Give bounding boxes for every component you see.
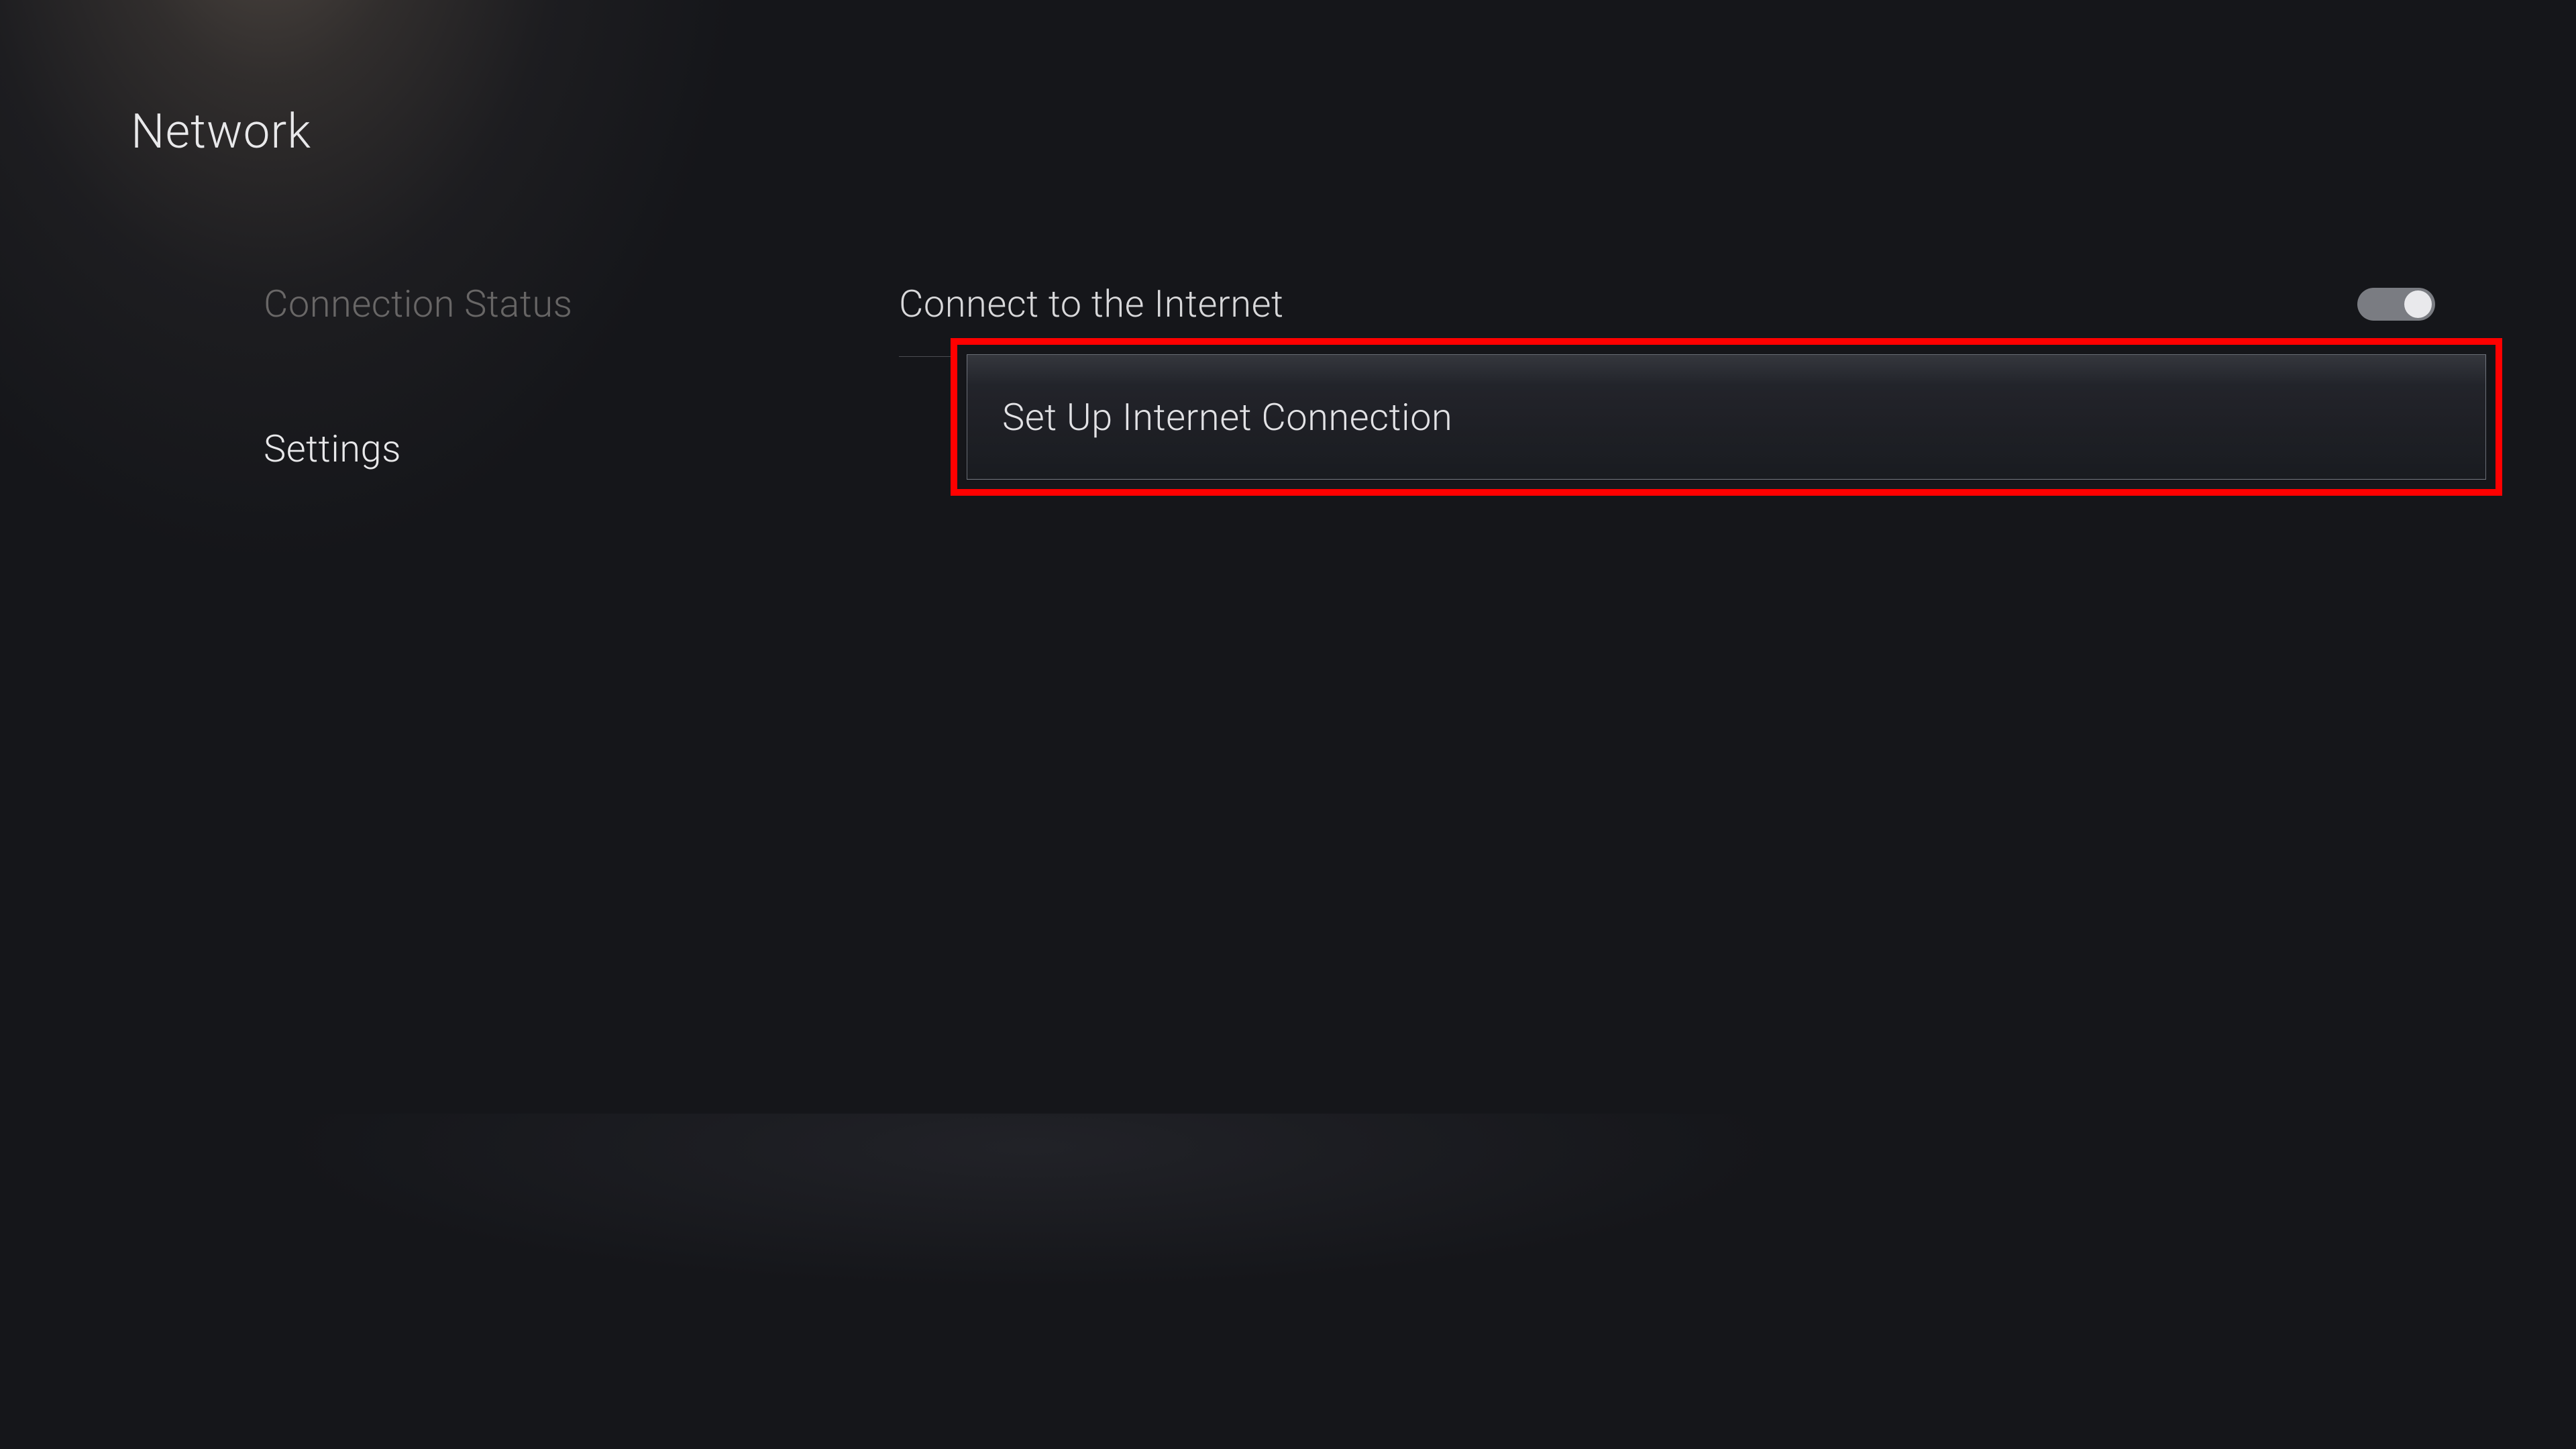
divider	[899, 356, 953, 357]
row-connect-to-internet[interactable]: Connect to the Internet	[899, 282, 2469, 326]
toggle-knob-icon	[2404, 290, 2432, 318]
list-item-label: Set Up Internet Connection	[1002, 395, 1452, 439]
page-title: Network	[131, 104, 311, 160]
list-item-setup-internet-connection[interactable]: Set Up Internet Connection	[967, 354, 2486, 480]
floor-glow	[0, 1114, 2576, 1449]
spotlight-overlay	[0, 0, 1342, 1208]
sidebar-item-connection-status[interactable]: Connection Status	[264, 282, 573, 326]
highlight-annotation: Set Up Internet Connection	[951, 338, 2502, 496]
sidebar-item-settings[interactable]: Settings	[264, 427, 573, 471]
main-panel: Connect to the Internet Set Up Internet …	[899, 282, 2469, 357]
connect-to-internet-toggle[interactable]	[2357, 288, 2435, 321]
sidebar: Connection Status Settings	[264, 282, 573, 471]
connect-to-internet-label: Connect to the Internet	[899, 282, 1284, 326]
